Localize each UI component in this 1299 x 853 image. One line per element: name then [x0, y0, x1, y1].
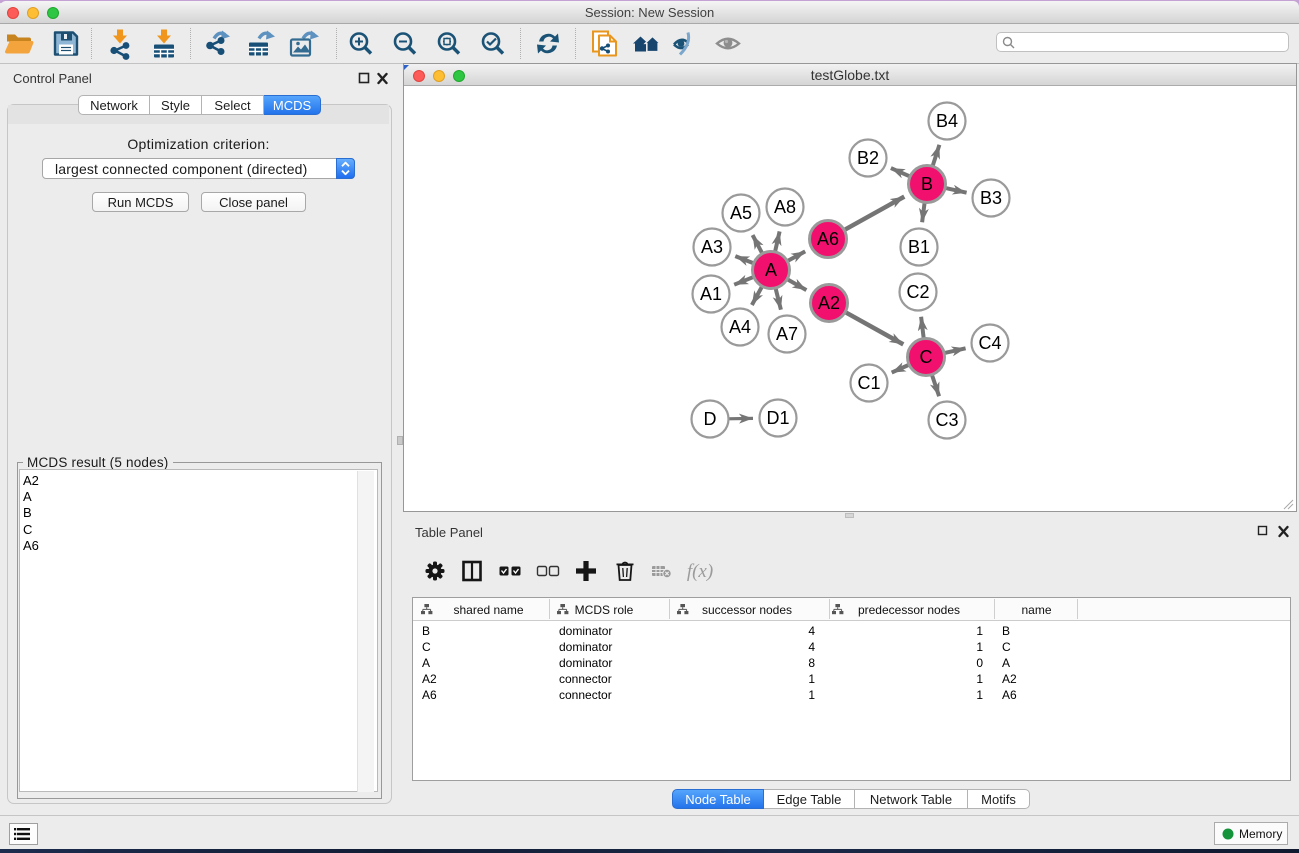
svg-text:B4: B4	[936, 111, 958, 131]
svg-text:C: C	[920, 347, 933, 367]
svg-text:B: B	[921, 174, 933, 194]
svg-text:A5: A5	[730, 203, 752, 223]
svg-text:A1: A1	[700, 284, 722, 304]
svg-text:A8: A8	[774, 197, 796, 217]
svg-text:D1: D1	[766, 408, 789, 428]
svg-text:C3: C3	[935, 410, 958, 430]
svg-text:C1: C1	[857, 373, 880, 393]
svg-text:A3: A3	[701, 237, 723, 257]
svg-text:A6: A6	[817, 229, 839, 249]
svg-text:B3: B3	[980, 188, 1002, 208]
svg-text:C2: C2	[906, 282, 929, 302]
svg-text:A: A	[765, 260, 777, 280]
svg-text:A7: A7	[776, 324, 798, 344]
svg-text:D: D	[704, 409, 717, 429]
svg-text:C4: C4	[978, 333, 1001, 353]
svg-text:A2: A2	[818, 293, 840, 313]
svg-text:f(x): f(x)	[687, 561, 713, 582]
svg-text:A4: A4	[729, 317, 751, 337]
svg-text:B2: B2	[857, 148, 879, 168]
svg-text:B1: B1	[908, 237, 930, 257]
